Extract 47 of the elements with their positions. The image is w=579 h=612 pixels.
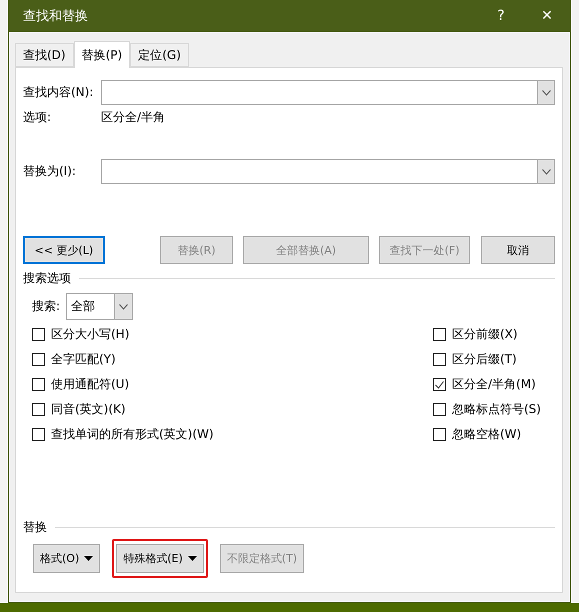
checkbox-label: 同音(英文)(K)	[51, 401, 126, 418]
find-field[interactable]	[101, 80, 555, 105]
checkbox[interactable]	[32, 378, 45, 391]
section-title: 搜索选项	[23, 270, 71, 287]
checkbox-label: 区分后缀(T)	[452, 351, 517, 368]
chevron-icon	[542, 90, 550, 96]
checkbox[interactable]	[433, 378, 446, 391]
checkbox[interactable]	[32, 353, 45, 366]
checkbox[interactable]	[433, 403, 446, 416]
close-button[interactable]: ✕	[524, 0, 570, 32]
chevron-icon	[119, 304, 128, 310]
tab[interactable]: 定位(G)	[130, 43, 189, 67]
field-label: 替换为(I):	[23, 163, 77, 180]
help-button[interactable]: ?	[478, 0, 524, 32]
dropdown-button[interactable]	[537, 81, 554, 104]
checkbox-label: 忽略空格(W)	[452, 426, 522, 443]
window-title: 查找和替换	[23, 8, 89, 25]
checkbox-label: 区分大小写(H)	[51, 326, 130, 343]
action-button[interactable]: 取消	[481, 236, 556, 264]
checkbox[interactable]	[433, 353, 446, 366]
dropdown-caret-icon	[84, 556, 94, 561]
checkbox-label: 区分全/半角(M)	[452, 376, 536, 393]
checkbox-label: 忽略标点符号(S)	[452, 401, 541, 418]
section-title: 替换	[23, 519, 47, 536]
field-label: 选项:	[23, 108, 52, 126]
dropdown-caret-icon	[188, 556, 197, 561]
checkbox-label: 使用通配符(U)	[51, 376, 130, 393]
replace-field[interactable]	[101, 159, 555, 184]
chevron-icon	[542, 168, 550, 174]
tab[interactable]: 查找(D)	[15, 43, 74, 67]
checkbox-label: 查找单词的所有形式(英文)(W)	[51, 426, 214, 443]
format-button[interactable]: 格式(O)	[33, 544, 100, 573]
field-label: 搜索:	[32, 298, 60, 315]
checkbox[interactable]	[433, 428, 446, 441]
dropdown-button[interactable]	[537, 160, 554, 183]
checkbox[interactable]	[32, 428, 45, 441]
checkbox[interactable]	[32, 403, 45, 416]
options-value: 区分全/半角	[101, 108, 166, 126]
action-button[interactable]: << 更少(L)	[23, 236, 105, 264]
field-label: 查找内容(N):	[23, 84, 94, 101]
search-select[interactable]: 全部	[66, 293, 134, 320]
checkbox-label: 区分前缀(X)	[452, 326, 518, 343]
format-button[interactable]: 特殊格式(E)	[116, 544, 204, 573]
checkbox[interactable]	[32, 328, 45, 341]
tab[interactable]: 替换(P)	[74, 41, 130, 68]
checkbox-label: 全字匹配(Y)	[51, 351, 116, 368]
checkbox[interactable]	[433, 328, 446, 341]
